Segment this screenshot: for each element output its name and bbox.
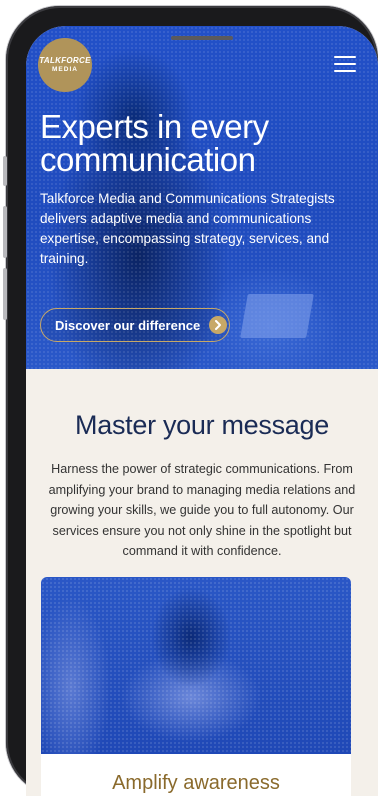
cta-label: Discover our difference [55, 317, 201, 333]
phone-frame: TALKFORCE MEDIA Experts in every communi… [3, 6, 378, 796]
card-title: Amplify awareness [112, 772, 280, 794]
logo-text-top: TALKFORCE [39, 55, 91, 65]
logo[interactable]: TALKFORCE MEDIA [38, 38, 92, 92]
section-description: Harness the power of strategic communica… [48, 462, 356, 558]
screen: TALKFORCE MEDIA Experts in every communi… [26, 26, 378, 796]
card-image [41, 577, 351, 754]
chevron-right-icon [209, 316, 228, 334]
hero-title: Experts in every communication [40, 108, 269, 178]
speaker-slot [171, 36, 233, 40]
volume-down-button [3, 268, 7, 320]
section-title: Master your message [75, 410, 329, 440]
mute-switch [3, 156, 7, 186]
hamburger-menu-icon[interactable] [334, 56, 356, 74]
volume-up-button [3, 206, 7, 258]
hero-description: Talkforce Media and Communications Strat… [40, 191, 335, 266]
service-card[interactable]: Amplify awareness [41, 577, 351, 796]
discover-difference-button[interactable]: Discover our difference [40, 308, 230, 342]
hero-section: TALKFORCE MEDIA Experts in every communi… [26, 26, 378, 369]
logo-text-bottom: MEDIA [52, 65, 78, 73]
hero-background-image [240, 294, 314, 338]
